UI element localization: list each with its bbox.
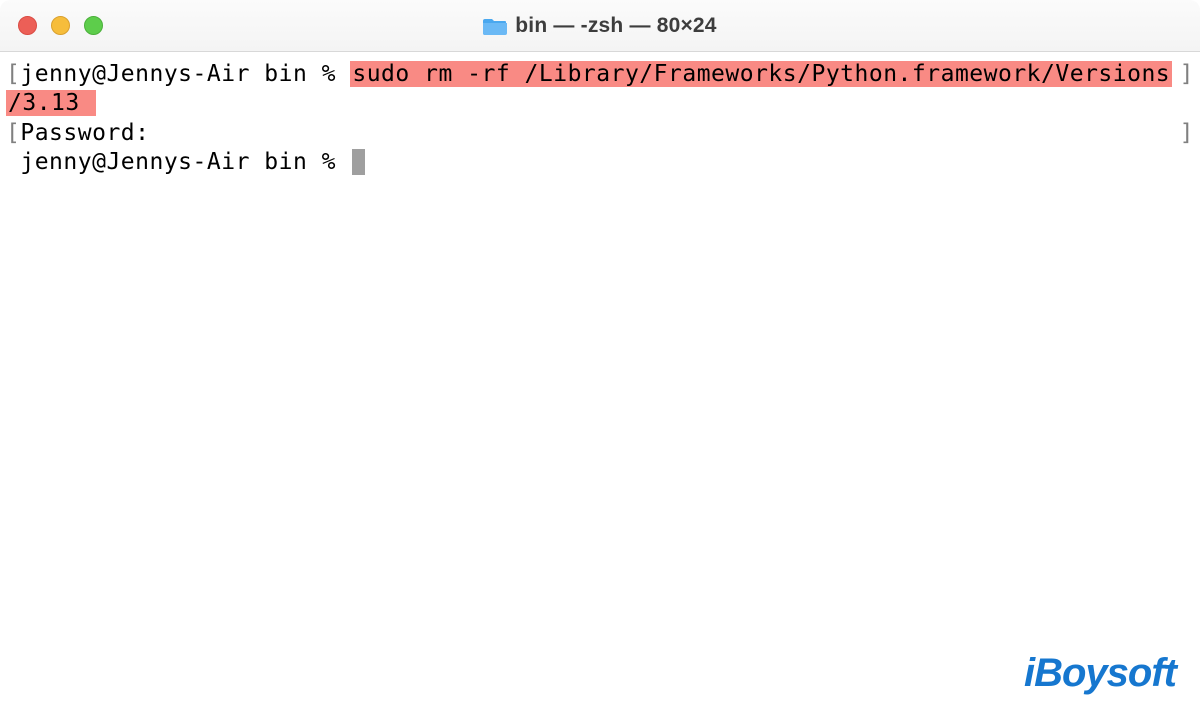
terminal-cursor — [352, 149, 365, 175]
password-prompt: Password: — [20, 120, 149, 146]
minimize-button[interactable] — [51, 16, 70, 35]
watermark-logo: iBoysoft — [1024, 651, 1176, 696]
prompt-bracket-right: ] — [1180, 119, 1194, 148]
watermark-text: iBoysoft — [1024, 651, 1176, 695]
terminal-line-4: jenny@Jennys-Air bin % — [6, 148, 1194, 177]
prompt-text: jenny@Jennys-Air bin % — [20, 149, 350, 175]
terminal-line-1: [jenny@Jennys-Air bin % sudo rm -rf /Lib… — [6, 60, 1194, 89]
prompt-bracket-right: ] — [1180, 60, 1194, 89]
title-wrap: bin — -zsh — 80×24 — [0, 14, 1200, 38]
highlighted-command-part1: sudo rm -rf /Library/Frameworks/Python.f… — [350, 61, 1172, 87]
highlighted-command-part2: /3.13 — [6, 90, 96, 116]
prompt-bracket-left: [ — [6, 120, 20, 146]
zoom-button[interactable] — [84, 16, 103, 35]
prompt-text: jenny@Jennys-Air bin % — [20, 61, 350, 87]
terminal-content[interactable]: [jenny@Jennys-Air bin % sudo rm -rf /Lib… — [0, 52, 1200, 186]
window-titlebar: bin — -zsh — 80×24 — [0, 0, 1200, 52]
folder-icon — [483, 16, 507, 36]
terminal-line-3: [Password:] — [6, 119, 1194, 148]
terminal-line-2: /3.13 — [6, 89, 1194, 118]
traffic-lights — [18, 16, 103, 35]
window-title: bin — -zsh — 80×24 — [515, 14, 716, 38]
prompt-bracket-left: [ — [6, 61, 20, 87]
close-button[interactable] — [18, 16, 37, 35]
